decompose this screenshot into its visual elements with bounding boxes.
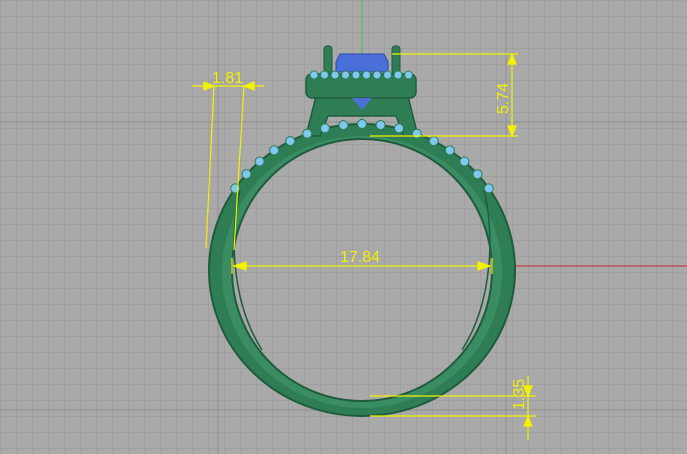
halo-stone <box>341 70 350 80</box>
halo-stone <box>404 70 413 80</box>
accent-stone <box>411 128 422 139</box>
accent-stone <box>269 145 280 156</box>
accent-stone <box>394 123 404 134</box>
accent-stone <box>241 169 252 180</box>
center-stone[interactable] <box>335 53 389 73</box>
shoulder-width-label: 1.81 <box>212 70 243 87</box>
ring-inner-grid <box>233 140 491 400</box>
halo-stone <box>393 70 403 80</box>
accent-stone <box>472 169 483 180</box>
accent-stone <box>357 119 367 129</box>
accent-stone <box>320 123 330 134</box>
accent-stone <box>375 120 386 131</box>
halo-stone <box>383 70 392 80</box>
accent-stone <box>428 136 439 147</box>
accent-stone <box>254 156 265 167</box>
accent-stone <box>444 145 455 156</box>
halo-stone <box>372 70 382 80</box>
accent-stone <box>483 183 494 194</box>
accent-stone <box>302 128 313 139</box>
halo-stone <box>309 70 319 80</box>
band-thickness-label: 1.35 <box>511 379 528 410</box>
halo-stone <box>320 70 329 80</box>
inner-diameter-label: 17.84 <box>340 249 380 266</box>
3d-viewport[interactable]: 17.84 1.81 5.74 1.35 <box>0 0 687 454</box>
halo-stone <box>362 70 371 80</box>
viewport-canvas[interactable]: 17.84 1.81 5.74 1.35 <box>0 0 687 454</box>
accent-stone <box>459 156 470 167</box>
accent-stone <box>338 120 349 131</box>
halo-stone <box>330 70 340 80</box>
halo-stone <box>351 70 361 80</box>
accent-stone <box>285 136 296 147</box>
head-height-label: 5.74 <box>495 83 512 114</box>
